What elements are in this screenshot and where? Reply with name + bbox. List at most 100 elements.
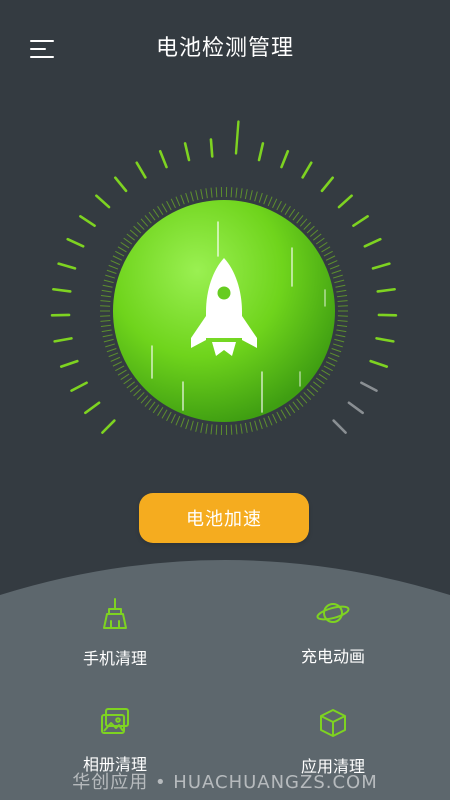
gauge-ring-tick [140,395,149,404]
gauge-ring-tick [244,189,248,200]
gauge-ring-tick [185,192,190,203]
gauge-tick [84,401,101,415]
gauge-ring-tick [332,274,343,279]
gauge-ring-tick [102,284,113,288]
gauge-ring-tick [170,413,176,424]
gauge-ring-tick [244,422,248,433]
gauge-ring-tick [272,413,278,424]
gauge-ring-tick [195,190,199,201]
gauge-ring-tick [180,194,185,205]
gauge-tick [53,337,73,343]
gauge-ring-tick [335,284,346,288]
gauge-ring-tick [106,269,117,274]
gauge-ring-tick [336,329,347,333]
gauge-tick [332,419,347,434]
gauge-tick [52,287,72,293]
gauge-tick [375,337,395,343]
watermark-text: 华创应用 • HUACHUANGZS.COM [72,772,378,793]
gauge-ring-tick [315,237,325,245]
gauge-ring-tick [331,269,342,274]
top-bar: 电池检测管理 [0,0,450,92]
gauge-tick [95,194,111,209]
gauge-ring-tick [144,215,152,224]
cube-icon [320,709,346,737]
gauge-ring-tick [284,206,291,216]
gauge-ring-tick [263,417,268,428]
gauge-ring-tick [258,192,263,203]
gauge-ring-tick [106,348,117,353]
gauge-ring-tick [133,388,142,397]
gallery-icon [101,708,129,734]
gauge-ring-tick [120,373,130,381]
gauge-ring-tick [136,392,145,400]
gauge-ring-tick [318,373,328,381]
gauge-ring-tick [123,237,133,245]
gauge-ring-tick [126,233,135,241]
gauge-ring-tick [325,361,336,367]
gauge-ring-tick [103,279,114,284]
gauge-ring-tick [309,385,319,393]
gauge-ring-tick [284,406,291,416]
gauge-ring-tick [129,229,139,237]
gauge-ring-tick [120,241,130,249]
gauge-ring-tick [336,289,347,293]
feature-label: 手机清理 [82,649,147,668]
gauge-ring-tick [337,294,348,298]
gauge-ring-tick [161,203,168,213]
gauge-tick [101,419,116,434]
gauge-ring-tick [254,191,258,202]
gauge-ring-tick [315,377,325,385]
gauge-ring-tick [306,388,315,397]
gauge-ring-tick [100,320,111,322]
gauge-ring-tick [323,250,333,257]
gauge-tick [234,120,240,155]
gauge-ring-tick [144,398,152,407]
gauge-ring-tick [325,255,336,261]
gauge-ring-tick [175,415,181,426]
gauge-ring-tick [101,289,112,293]
gauge-ring-tick [190,420,194,431]
gauge-ring-tick [200,422,204,433]
gauge-tick [360,381,378,392]
feature-app-clean[interactable]: 应用清理 [263,707,403,777]
gauge-ring-tick [313,381,322,389]
gauge-ring-tick [157,206,164,216]
feature-album-clean[interactable]: 相册清理 [45,707,185,775]
gauge-ring-tick [296,398,304,407]
gauge-ring-tick [323,365,333,372]
gauge-ring-tick [166,200,172,211]
gauge-tick [280,149,290,169]
gauge-tick [257,142,265,162]
gauge-ring-tick [292,211,300,221]
gauge-ring-tick [215,424,218,435]
gauge-ring-tick [288,208,296,218]
gauge-ring-tick [337,320,348,322]
gauge-ring-tick [267,415,273,426]
gauge-tick [376,287,396,293]
gauge-ring-tick [148,401,156,411]
gauge-tick [371,262,391,270]
gauge-ring-tick [200,189,204,200]
gauge-ring-tick [267,196,273,207]
gauge-ring-tick [321,246,331,253]
battery-gauge [50,120,398,435]
gauge-ring-tick [112,361,123,367]
gauge-ring-tick [296,215,304,224]
gauge-ring-tick [299,218,308,227]
gauge-ring-tick [195,421,199,432]
battery-boost-button[interactable]: 电池加速 [139,493,309,543]
gauge-ring-tick [102,334,113,338]
feature-panel: 手机清理 充电动画 相册清理 应用清理 [0,555,450,800]
gauge-ring-tick [230,424,233,435]
gauge-ring-tick [335,334,346,338]
gauge-ring-tick [334,338,345,343]
gauge-ring-tick [337,300,348,302]
gauge-ring-tick [190,191,194,202]
gauge-ring-tick [240,188,243,199]
feature-charge-animation[interactable]: 充电动画 [263,597,403,667]
gauge-ring-tick [280,203,287,213]
gauge-tick [66,237,85,248]
gauge-ring-tick [136,222,145,230]
feature-phone-clean[interactable]: 手机清理 [45,597,185,669]
gauge-ring-tick [152,208,160,218]
